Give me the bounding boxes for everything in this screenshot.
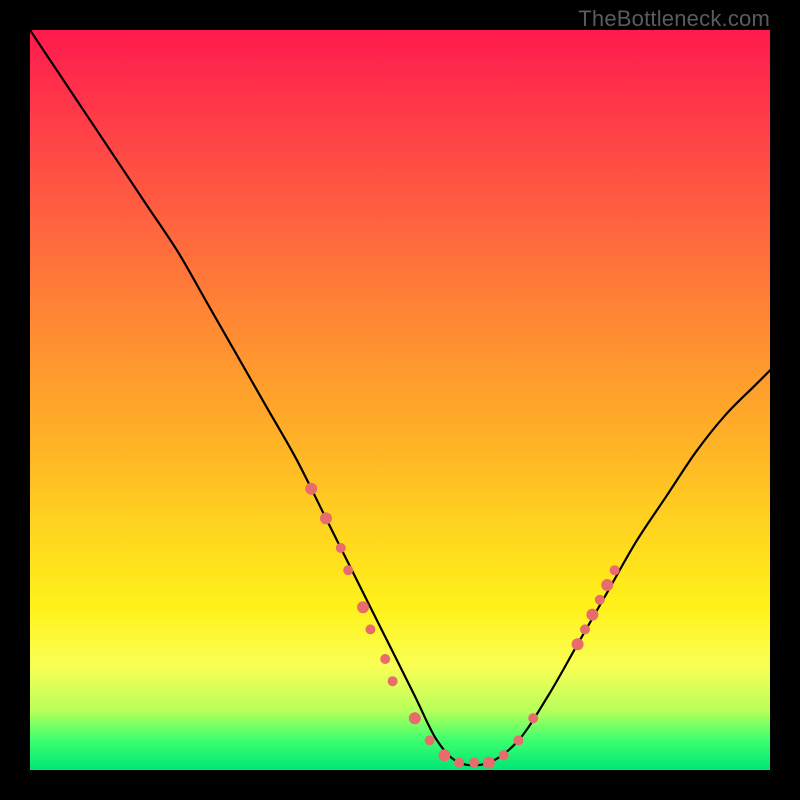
bottleneck-curve-path [30,30,770,765]
marker-dot [469,758,479,768]
marker-dot [610,565,620,575]
marker-dot [499,750,509,760]
marker-dot [528,713,538,723]
marker-dot [438,749,450,761]
marker-dot [409,712,421,724]
marker-dot [601,579,613,591]
marker-dot [336,543,346,553]
marker-dot [454,758,464,768]
marker-dot [320,512,332,524]
bottleneck-chart [30,30,770,770]
marker-dot [388,676,398,686]
marker-dot [380,654,390,664]
marker-dot [365,624,375,634]
marker-dot [513,735,523,745]
marker-dot [357,601,369,613]
marker-dot [425,735,435,745]
marker-dot [483,757,495,769]
marker-dot [572,638,584,650]
marker-dot [305,483,317,495]
marker-dot [580,624,590,634]
chart-frame: TheBottleneck.com [0,0,800,800]
highlight-markers [305,483,619,769]
plot-area [30,30,770,770]
marker-dot [343,565,353,575]
marker-dot [586,609,598,621]
attribution-text: TheBottleneck.com [578,6,770,32]
marker-dot [595,595,605,605]
